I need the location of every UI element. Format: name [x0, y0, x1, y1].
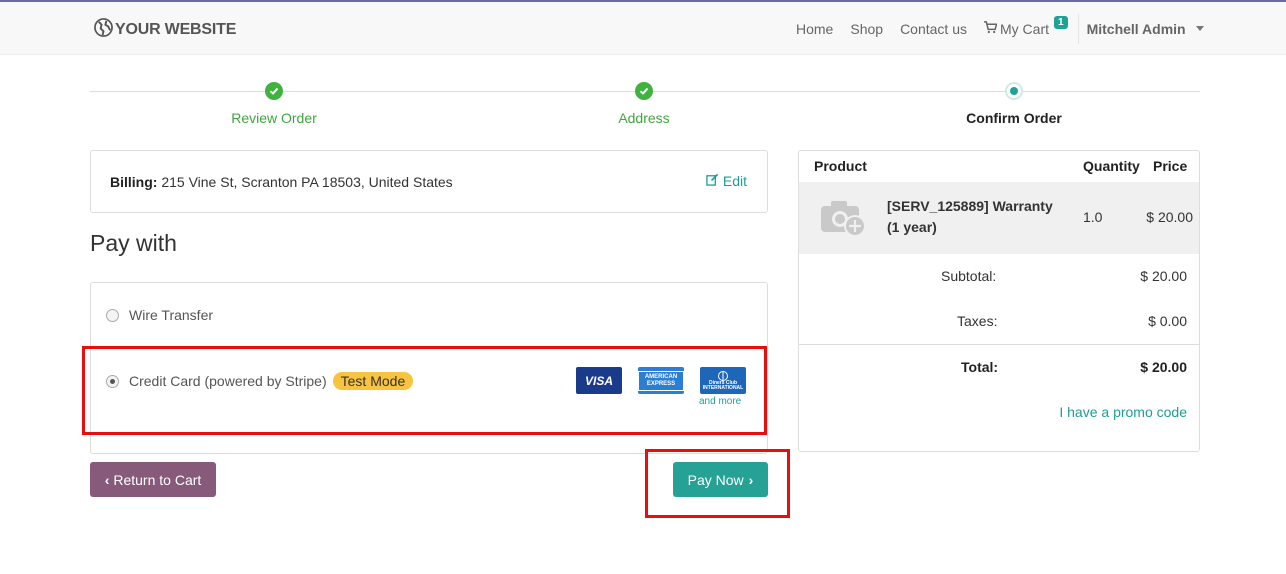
user-name: Mitchell Admin — [1086, 20, 1186, 37]
promo-code-link[interactable]: I have a promo code — [1059, 404, 1187, 420]
wizard-step-review[interactable]: Review Order — [154, 82, 394, 126]
nav-cart-link[interactable]: My Cart 1 — [984, 16, 1068, 37]
payment-method-wire-transfer[interactable]: Wire Transfer — [106, 307, 213, 323]
table-row: [SERV_125889] Warranty (1 year) 1.0 $ 20… — [799, 182, 1199, 254]
return-button-label: Return to Cart — [113, 471, 202, 488]
billing-label: Billing: — [110, 174, 158, 190]
wizard-step-address[interactable]: Address — [524, 82, 764, 126]
chevron-left-icon: ‹ — [104, 471, 110, 488]
product-name: [SERV_125889] Warranty (1 year) — [887, 198, 1053, 235]
nav-divider — [1077, 13, 1079, 44]
globe-icon — [94, 18, 113, 42]
summary-divider — [799, 344, 1199, 345]
subtotal-value: $ 20.00 — [1140, 268, 1187, 284]
check-icon — [265, 82, 283, 100]
caret-down-icon — [1195, 26, 1204, 31]
billing-info: Billing: 215 Vine St, Scranton PA 18503,… — [110, 174, 453, 190]
billing-address: 215 Vine St, Scranton PA 18503, United S… — [161, 174, 453, 190]
total-label: Total: — [961, 359, 999, 375]
billing-panel: Billing: 215 Vine St, Scranton PA 18503,… — [90, 150, 768, 213]
edit-label: Edit — [722, 173, 747, 189]
nav-shop-link[interactable]: Shop — [850, 21, 883, 37]
nav-home-link[interactable]: Home — [796, 21, 833, 37]
return-to-cart-button[interactable]: ‹ Return to Cart — [90, 462, 216, 497]
cart-count-badge: 1 — [1054, 16, 1068, 29]
shopping-cart-icon — [984, 20, 998, 37]
price-column-header: Price — [1153, 158, 1188, 174]
subtotal-label: Subtotal: — [941, 268, 997, 284]
edit-icon — [706, 173, 719, 189]
nav-contact-link[interactable]: Contact us — [900, 21, 967, 37]
wizard-step-label: Review Order — [231, 110, 317, 126]
navbar: YOUR WEBSITE Home Shop Contact us My Car… — [0, 2, 1286, 55]
product-column-header: Product — [814, 158, 867, 174]
edit-billing-link[interactable]: Edit — [706, 173, 747, 189]
payment-method-label: Wire Transfer — [129, 307, 214, 323]
nav-links: Home Shop Contact us My Cart 1 Mitchell … — [796, 2, 1204, 55]
product-price: $ 20.00 — [1146, 209, 1193, 225]
wizard-step-confirm: Confirm Order — [894, 82, 1134, 126]
current-step-icon — [1005, 82, 1023, 100]
pay-with-heading: Pay with — [90, 230, 177, 256]
brand-logo[interactable]: YOUR WEBSITE — [94, 18, 236, 42]
wire-transfer-radio[interactable] — [106, 308, 119, 322]
stripe-highlight-box — [82, 346, 767, 435]
product-quantity: 1.0 — [1083, 209, 1103, 225]
cart-label: My Cart — [1000, 20, 1049, 37]
check-icon — [635, 82, 653, 100]
order-summary-panel: Product Quantity Price [SERV_125889] War… — [798, 150, 1200, 452]
taxes-label: Taxes: — [957, 313, 998, 329]
quantity-column-header: Quantity — [1083, 158, 1140, 174]
pay-now-highlight-box — [645, 449, 790, 518]
wizard-step-label: Address — [618, 110, 670, 126]
user-menu[interactable]: Mitchell Admin — [1087, 21, 1204, 37]
wizard-step-label: Confirm Order — [966, 110, 1062, 126]
taxes-value: $ 0.00 — [1148, 313, 1187, 329]
brand-name: YOUR WEBSITE — [115, 21, 237, 38]
camera-placeholder-icon — [819, 196, 871, 240]
total-value: $ 20.00 — [1140, 359, 1187, 375]
